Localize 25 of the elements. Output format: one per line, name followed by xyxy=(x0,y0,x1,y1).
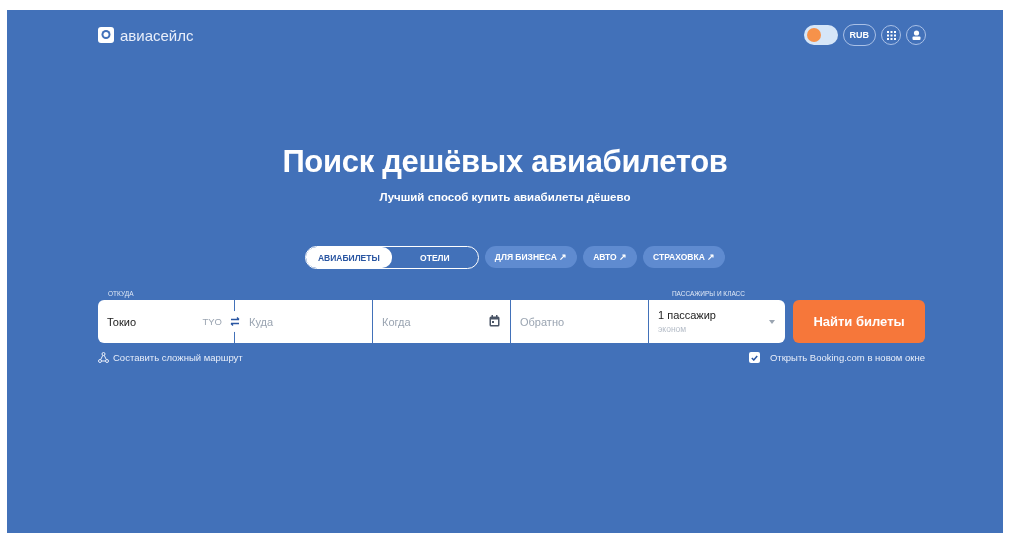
theme-toggle[interactable] xyxy=(803,25,838,45)
tab-link[interactable]: АВТО ↗ xyxy=(583,246,638,268)
route-icon xyxy=(98,352,109,363)
tab-link[interactable]: ДЛЯ БИЗНЕСА ↗ xyxy=(484,246,578,268)
checkbox-label: Открыть Booking.com в новом окне xyxy=(769,352,925,363)
checkbox[interactable] xyxy=(748,352,760,363)
airport-code: TYO xyxy=(202,316,222,327)
grid-icon xyxy=(886,30,896,40)
complex-route-link[interactable]: Составить сложный маршрут xyxy=(113,352,243,363)
passengers-dropdown[interactable]: 1 пассажир эконом xyxy=(649,300,785,343)
date-field[interactable]: Когда xyxy=(373,300,510,343)
caret-icon xyxy=(769,320,775,324)
calendar-icon xyxy=(489,315,500,327)
page-title: Поиск дешёвых авиабилетов xyxy=(282,144,728,180)
logo-icon xyxy=(97,26,115,44)
search-button[interactable]: Найти билеты xyxy=(793,300,925,343)
destination-field[interactable]: Куда xyxy=(235,300,372,343)
tab[interactable]: ОТЕЛИ xyxy=(391,247,478,268)
tab[interactable]: АВИАБИЛЕТЫ xyxy=(305,247,392,268)
page-subtitle: Лучший способ купить авиабилеты дёшево xyxy=(379,191,631,203)
swap-icon xyxy=(229,317,240,326)
logo-text[interactable]: авиасейлс xyxy=(120,26,194,44)
return-date-field[interactable]: Обратно xyxy=(511,300,648,343)
user-icon xyxy=(911,30,921,40)
tab-link[interactable]: СТРАХОВКА ↗ xyxy=(643,246,726,268)
